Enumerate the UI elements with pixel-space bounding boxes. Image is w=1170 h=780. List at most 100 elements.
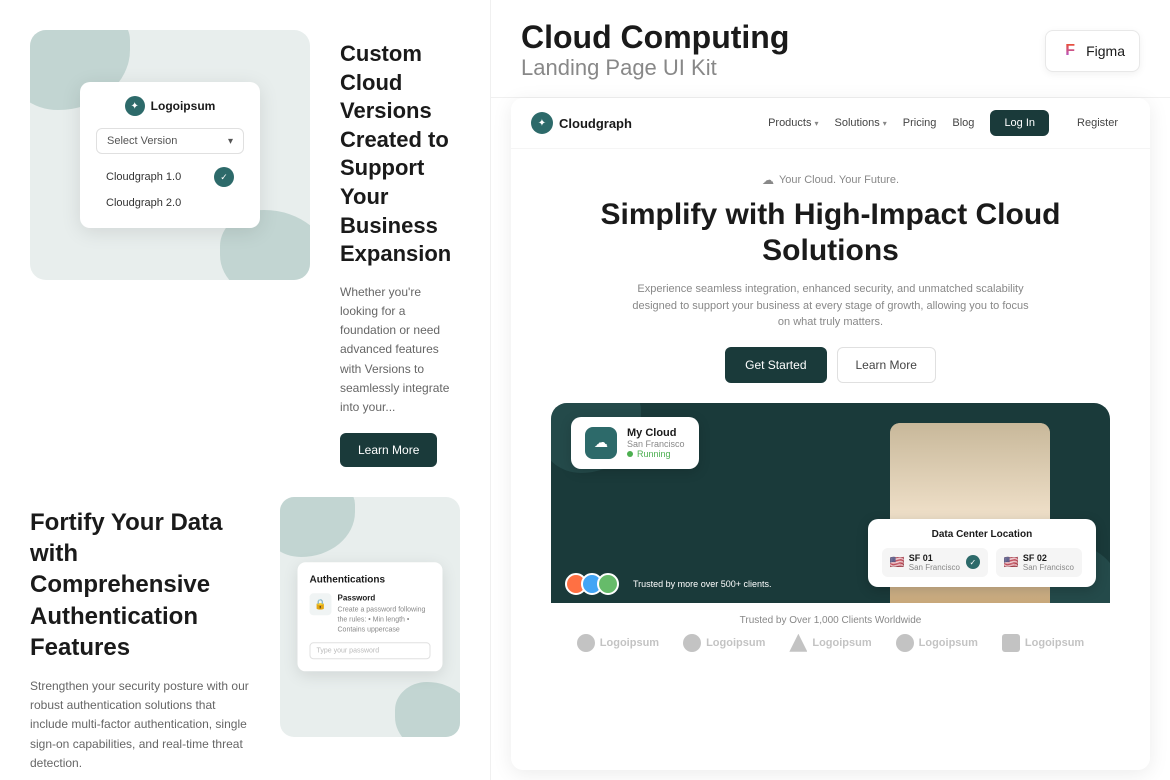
trusted-clients-label: Trusted by Over 1,000 Clients Worldwide: [531, 615, 1130, 626]
password-input-placeholder: Type your password: [317, 648, 424, 655]
auth-card-title: Authentications: [310, 574, 431, 585]
get-started-button[interactable]: Get Started: [725, 347, 826, 383]
hero-title: Simplify with High-Impact Cloud Solution…: [541, 197, 1120, 269]
trusted-bar: Trusted by more over 500+ clients.: [565, 573, 771, 595]
learn-more-hero-button[interactable]: Learn More: [837, 347, 936, 383]
trusted-clients-bar: Trusted by Over 1,000 Clients Worldwide …: [511, 603, 1150, 664]
client-logo-1: Logoipsum: [577, 634, 659, 652]
site-nav-links: Products ▾ Solutions ▾ Pricing Blog Log …: [768, 110, 1130, 136]
page-wrapper: ✦ Logoipsum Select Version ▾ Cloudgraph …: [0, 0, 1170, 780]
check-icon: ✓: [214, 167, 234, 187]
figma-logo-icon: F: [1060, 39, 1080, 63]
top-section-body: Whether you're looking for a foundation …: [340, 283, 460, 417]
auth-card-background: Authentications 🔒 Password Create a pass…: [280, 497, 460, 737]
client-logo-5: Logoipsum: [1002, 634, 1084, 652]
select-version-label: Select Version: [107, 135, 177, 147]
version-select-dropdown[interactable]: Select Version ▾: [96, 128, 244, 154]
register-button[interactable]: Register: [1065, 110, 1130, 136]
auth-blob-br: [395, 682, 460, 737]
client-logo-4: Logoipsum: [896, 634, 978, 652]
auth-text: Fortify Your Data with Comprehensive Aut…: [30, 497, 250, 780]
left-panel: ✦ Logoipsum Select Version ▾ Cloudgraph …: [0, 0, 490, 780]
hero-description: Experience seamless integration, enhance…: [631, 281, 1031, 331]
client-logo-icon-5: [1002, 634, 1020, 652]
auth-blob-tl: [280, 497, 355, 557]
password-input-row[interactable]: Type your password: [310, 643, 431, 660]
site-logo: ✦ Cloudgraph: [531, 112, 632, 134]
cloud-card-text: My Cloud San Francisco Running: [627, 427, 685, 459]
login-button[interactable]: Log In: [990, 110, 1049, 136]
version-option-1[interactable]: Cloudgraph 1.0 ✓: [96, 162, 244, 192]
nav-blog[interactable]: Blog: [952, 117, 974, 129]
dc-loc-name-2: SF 02: [1023, 553, 1074, 563]
auth-heading: Fortify Your Data with Comprehensive Aut…: [30, 507, 250, 663]
nav-products[interactable]: Products ▾: [768, 117, 818, 129]
us-flag-icon-1: 🇺🇸: [890, 555, 905, 569]
kit-title: Cloud Computing: [521, 20, 789, 55]
site-nav: ✦ Cloudgraph Products ▾ Solutions ▾ Pric…: [511, 98, 1150, 149]
trusted-avatars: [565, 573, 613, 595]
auth-card: Authentications 🔒 Password Create a pass…: [298, 562, 443, 671]
lock-icon: 🔒: [310, 593, 332, 615]
version-2-label: Cloudgraph 2.0: [106, 197, 181, 209]
learn-more-button-top[interactable]: Learn More: [340, 433, 437, 467]
hero-image-area: ☁ My Cloud San Francisco Running: [551, 403, 1110, 603]
auth-section: Fortify Your Data with Comprehensive Aut…: [30, 497, 460, 780]
kit-title-area: Cloud Computing Landing Page UI Kit: [521, 20, 789, 81]
trusted-clients-text: Trusted by more over 500+ clients.: [633, 579, 771, 589]
avatar-3: [597, 573, 619, 595]
client-logo-icon-2: [683, 634, 701, 652]
checkmark-icon: ✓: [220, 172, 228, 183]
auth-body: Strengthen your security posture with ou…: [30, 677, 250, 773]
dc-loc-info-2: SF 02 San Francisco: [1023, 553, 1074, 572]
client-logo-text-5: Logoipsum: [1025, 637, 1084, 649]
figma-badge[interactable]: F Figma: [1045, 30, 1140, 72]
hero-tagline-text: Your Cloud. Your Future.: [779, 174, 899, 186]
dc-loc-city-2: San Francisco: [1023, 563, 1074, 572]
nav-pricing[interactable]: Pricing: [903, 117, 937, 129]
cloud-status-card: ☁ My Cloud San Francisco Running: [571, 417, 699, 469]
site-logo-icon: ✦: [531, 112, 553, 134]
right-panel: Cloud Computing Landing Page UI Kit F Fi…: [490, 0, 1170, 780]
dc-loc-info-1: SF 01 San Francisco: [909, 553, 960, 572]
top-left-section: ✦ Logoipsum Select Version ▾ Cloudgraph …: [30, 30, 460, 467]
dc-locations: 🇺🇸 SF 01 San Francisco ✓ 🇺🇸 S: [882, 548, 1082, 577]
figma-label: Figma: [1086, 43, 1125, 59]
client-logo-text-4: Logoipsum: [919, 637, 978, 649]
client-logo-icon-1: [577, 634, 595, 652]
cloud-location: San Francisco: [627, 439, 685, 449]
version-card-background: ✦ Logoipsum Select Version ▾ Cloudgraph …: [30, 30, 310, 280]
site-logo-text: Cloudgraph: [559, 116, 632, 131]
client-logo-text-3: Logoipsum: [812, 637, 871, 649]
nav-solutions[interactable]: Solutions ▾: [835, 117, 887, 129]
auth-card-content: Password Create a password following the…: [338, 593, 431, 634]
dc-location-sf01[interactable]: 🇺🇸 SF 01 San Francisco ✓: [882, 548, 988, 577]
cloud-card-icon: ☁: [585, 427, 617, 459]
dc-check-icon: ✓: [966, 555, 980, 569]
cloud-name: My Cloud: [627, 427, 685, 439]
version-option-2[interactable]: Cloudgraph 2.0: [96, 192, 244, 214]
top-section-heading: Custom Cloud Versions Created to Support…: [340, 40, 460, 269]
cloud-status: Running: [627, 449, 685, 459]
figma-f-icon: F: [1065, 42, 1075, 60]
auth-card-desc: Create a password following the rules: •…: [338, 605, 431, 634]
hero-tagline: ☁ Your Cloud. Your Future.: [541, 173, 1120, 187]
status-label: Running: [637, 449, 671, 459]
card-logo: ✦ Logoipsum: [96, 96, 244, 116]
chevron-down-icon: ▾: [228, 136, 233, 147]
kit-subtitle: Landing Page UI Kit: [521, 55, 789, 81]
status-dot-icon: [627, 451, 633, 457]
dc-loc-city-1: San Francisco: [909, 563, 960, 572]
dc-loc-name-1: SF 01: [909, 553, 960, 563]
client-logos-row: Logoipsum Logoipsum Logoipsum Logoipsum: [531, 634, 1130, 652]
hero-section: ☁ Your Cloud. Your Future. Simplify with…: [511, 149, 1150, 603]
client-logo-text-1: Logoipsum: [600, 637, 659, 649]
us-flag-icon-2: 🇺🇸: [1004, 555, 1019, 569]
client-logo-text-2: Logoipsum: [706, 637, 765, 649]
client-logo-icon-3: [789, 634, 807, 652]
right-header-bar: Cloud Computing Landing Page UI Kit F Fi…: [491, 0, 1170, 98]
website-preview: ✦ Cloudgraph Products ▾ Solutions ▾ Pric…: [511, 98, 1150, 770]
dc-location-sf02[interactable]: 🇺🇸 SF 02 San Francisco: [996, 548, 1082, 577]
auth-card-subtitle: Password: [338, 593, 431, 602]
hero-buttons: Get Started Learn More: [541, 347, 1120, 383]
